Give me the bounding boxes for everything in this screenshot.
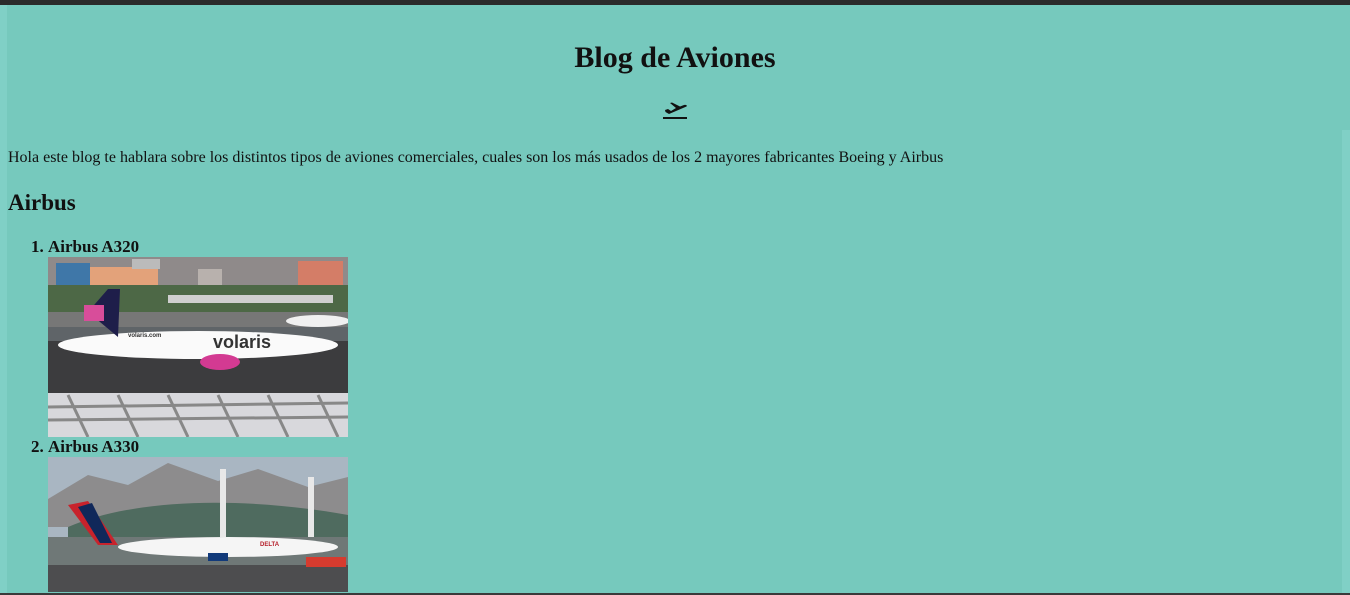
photo-livery-text: volaris [213, 332, 271, 352]
list-item: Airbus A330 DELTA [48, 437, 348, 592]
photo-livery-small-text: volaris.com [128, 333, 161, 339]
airbus-a320-image: volaris volaris.com [48, 257, 348, 437]
airbus-heading: Airbus [8, 190, 76, 215]
blog-header: Blog de Aviones [8, 5, 1342, 124]
page-title: Blog de Aviones [574, 41, 776, 74]
photo-livery-text: DELTA [260, 542, 280, 548]
list-item-label: Airbus A330 [48, 437, 140, 456]
page-left-edge [0, 5, 7, 595]
intro-paragraph: Hola este blog te hablara sobre los dist… [8, 149, 944, 166]
airbus-a330-image: DELTA [48, 457, 348, 592]
list-item: Airbus A320 [48, 237, 348, 437]
airbus-list: Airbus A320 [8, 237, 348, 592]
page-scroll-edge [1342, 130, 1350, 595]
page-content: Blog de Aviones Hola este blog te hablar… [8, 5, 1342, 592]
airplane-takeoff-icon [662, 100, 688, 120]
list-item-label: Airbus A320 [48, 237, 140, 256]
